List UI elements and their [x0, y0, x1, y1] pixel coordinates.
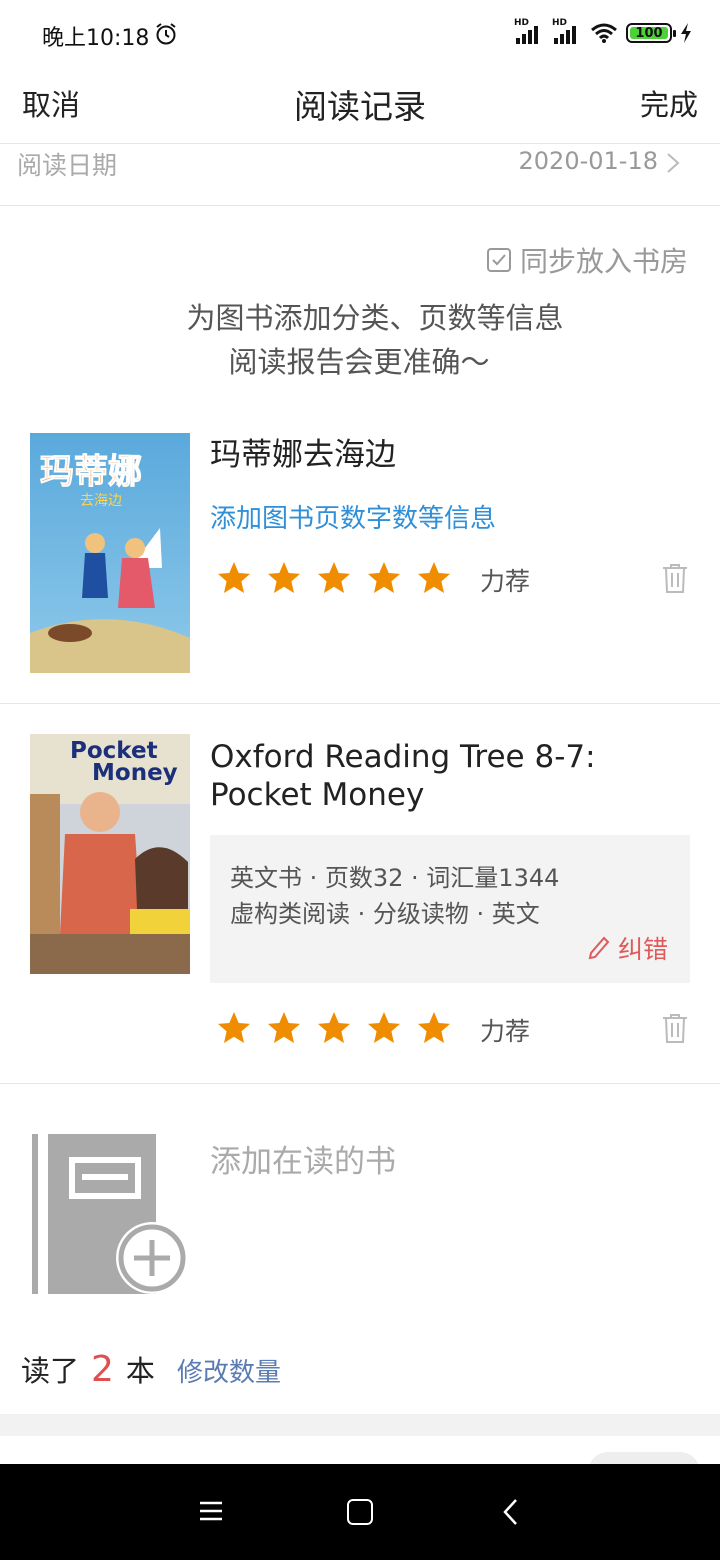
signal-icon-2: HD	[552, 18, 582, 46]
star-icon[interactable]	[266, 1010, 302, 1046]
read-date-value: 2020-01-18	[518, 147, 658, 175]
status-icons: HD HD 100	[514, 18, 692, 46]
star-icon[interactable]	[316, 1010, 352, 1046]
book-item: Pocket Money Oxford Reading Tree 8-7: Po…	[0, 704, 720, 1084]
signal-hd-label: HD	[514, 18, 530, 28]
star-icon[interactable]	[316, 560, 352, 596]
system-nav-bar	[0, 1464, 720, 1560]
read-count-row: 读了 2 本 修改数量	[21, 1348, 281, 1390]
status-bar: 晚上10:18 HD HD 100	[0, 0, 720, 66]
trash-icon[interactable]	[660, 1012, 690, 1044]
star-icon[interactable]	[416, 1010, 452, 1046]
page-title: 阅读记录	[294, 87, 426, 126]
correct-error-label: 纠错	[617, 935, 668, 964]
rating-label: 力荐	[480, 567, 531, 596]
cover-title-line-2: Money	[92, 760, 178, 786]
star-icon[interactable]	[266, 560, 302, 596]
nav-bar: 取消 阅读记录 完成	[0, 66, 720, 144]
menu-icon[interactable]	[199, 1500, 223, 1522]
sync-label: 同步放入书房	[519, 245, 688, 278]
star-icon[interactable]	[366, 560, 402, 596]
book-item: 玛蒂娜 去海边 玛蒂娜去海边 添加图书页数字数等信息 力荐	[0, 414, 720, 704]
charging-icon	[681, 23, 691, 43]
trash-icon[interactable]	[660, 562, 690, 594]
section-divider	[0, 1414, 720, 1436]
hint-line-2: 阅读报告会更准确～	[228, 345, 490, 379]
battery-level: 100	[635, 25, 663, 41]
rating-label: 力荐	[480, 1017, 531, 1046]
read-count-suffix: 本	[125, 1354, 155, 1388]
star-icon[interactable]	[216, 1010, 252, 1046]
add-book-icon[interactable]	[30, 1130, 190, 1296]
book-title[interactable]: 玛蒂娜去海边	[210, 436, 680, 474]
read-count-value: 2	[91, 1349, 114, 1390]
pencil-icon	[588, 936, 610, 960]
alarm-icon	[156, 23, 176, 45]
home-icon[interactable]	[347, 1499, 373, 1525]
add-book-info-link[interactable]: 添加图书页数字数等信息	[210, 498, 496, 535]
signal-icon: HD	[514, 18, 544, 46]
book-cover[interactable]: Pocket Money	[30, 734, 190, 974]
chevron-right-icon	[667, 153, 680, 173]
star-icon[interactable]	[366, 1010, 402, 1046]
book-info-line-2: 虚构类阅读 · 分级读物 · 英文	[230, 900, 540, 928]
sync-to-study-toggle[interactable]: 同步放入书房	[486, 240, 688, 280]
star-rating[interactable]	[216, 560, 452, 596]
book-cover[interactable]: 玛蒂娜 去海边	[30, 433, 190, 673]
status-time: 晚上10:18	[42, 26, 150, 51]
star-rating[interactable]	[216, 1010, 452, 1046]
book-info-box: 英文书 · 页数32 · 词汇量1344 虚构类阅读 · 分级读物 · 英文 纠…	[210, 835, 690, 983]
correct-error-button[interactable]: 纠错	[588, 930, 668, 966]
hint-line-1: 为图书添加分类、页数等信息	[186, 301, 564, 335]
read-count-prefix: 读了	[21, 1354, 80, 1388]
add-reading-book-button[interactable]: 添加在读的书	[210, 1136, 396, 1181]
wifi-icon	[591, 23, 617, 43]
cover-subtitle: 去海边	[80, 493, 122, 509]
checkbox-checked-icon	[486, 248, 511, 272]
star-icon[interactable]	[416, 560, 452, 596]
read-date-row[interactable]: 阅读日期 2020-01-18	[0, 144, 720, 206]
book-title[interactable]: Oxford Reading Tree 8-7: Pocket Money	[210, 738, 680, 814]
done-button[interactable]: 完成	[640, 82, 698, 124]
book-info-line-1: 英文书 · 页数32 · 词汇量1344	[230, 864, 560, 892]
cover-title: 玛蒂娜	[40, 452, 142, 492]
edit-count-button[interactable]: 修改数量	[177, 1352, 281, 1389]
read-date-label: 阅读日期	[17, 151, 118, 180]
star-icon[interactable]	[216, 560, 252, 596]
signal-hd-label-2: HD	[552, 18, 568, 28]
back-icon[interactable]	[502, 1498, 518, 1526]
battery-icon: 100	[626, 23, 676, 43]
